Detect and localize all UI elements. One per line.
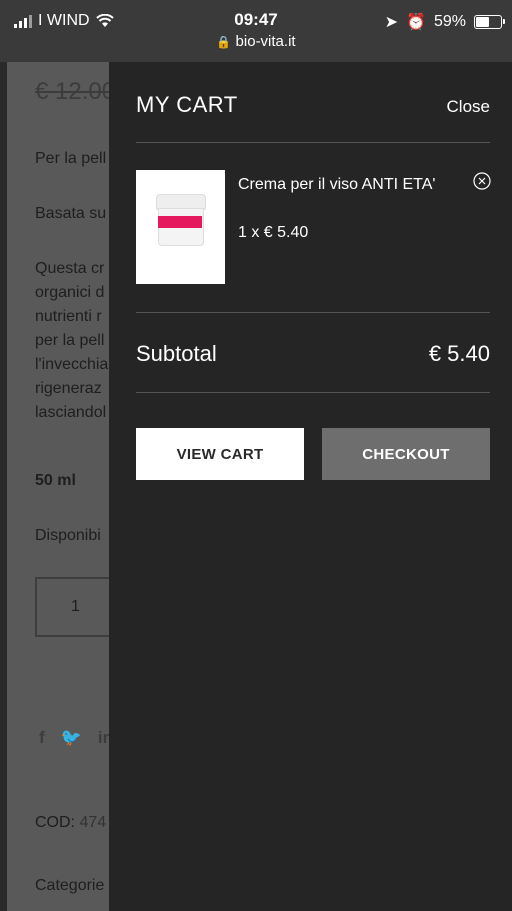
old-price: € 12.00	[35, 78, 109, 105]
cart-item-quantity-price: 1 x € 5.40	[238, 224, 309, 241]
subtotal-label: Subtotal	[136, 341, 217, 366]
url-text: bio-vita.it	[235, 33, 296, 50]
lock-icon: 🔒	[216, 35, 232, 49]
status-right: ➤ ⏰ 59%	[384, 12, 505, 32]
description-line: Per la pell	[35, 150, 107, 167]
description-line: Basata su	[35, 205, 107, 222]
quantity-value: 1	[71, 598, 80, 615]
facebook-icon[interactable]: f	[39, 728, 45, 748]
description-line: rigeneraz	[35, 380, 102, 397]
subtotal-value: € 5.40	[428, 341, 490, 366]
availability: Disponibi	[35, 527, 101, 544]
description-line: per la pell	[35, 332, 105, 349]
product-page-background: € 12.00 Per la pell Basata su Questa cr …	[7, 62, 109, 911]
product-size: 50 ml	[35, 472, 76, 489]
linkedin-icon[interactable]: in	[98, 728, 109, 748]
divider	[136, 392, 490, 393]
location-icon: ➤	[384, 14, 399, 31]
description-line: l'invecchia	[35, 356, 109, 373]
description-line: nutrienti r	[35, 308, 102, 325]
cart-drawer: MY CART Close Crema per il viso ANTI ETA…	[109, 62, 512, 911]
remove-item-icon[interactable]	[473, 172, 491, 190]
cart-item-name[interactable]: Crema per il viso ANTI ETA'	[238, 174, 438, 195]
quantity-input[interactable]: 1	[35, 577, 109, 637]
twitter-icon[interactable]: 🐦	[61, 728, 82, 748]
alarm-icon: ⏰	[406, 14, 426, 31]
url-bar[interactable]: 🔒 bio-vita.it	[0, 33, 512, 50]
divider	[136, 142, 490, 143]
description-line: organici d	[35, 284, 105, 301]
description-line: lasciandol	[35, 404, 107, 421]
divider	[136, 312, 490, 313]
view-cart-button[interactable]: VIEW CART	[136, 428, 304, 480]
battery-percent: 59%	[433, 13, 466, 30]
cart-item-image[interactable]	[136, 170, 225, 284]
battery-icon	[474, 15, 505, 29]
description-line: Questa cr	[35, 260, 105, 277]
cart-title: MY CART	[136, 92, 238, 117]
categories: Categorie	[35, 877, 105, 894]
status-bar: I WIND 09:47 🔒 bio-vita.it ➤ ⏰ 59%	[0, 0, 512, 62]
social-share: f 🐦 in	[39, 728, 109, 748]
checkout-button[interactable]: CHECKOUT	[322, 428, 490, 480]
close-button[interactable]: Close	[447, 97, 490, 117]
product-code: COD: 474	[35, 814, 107, 831]
